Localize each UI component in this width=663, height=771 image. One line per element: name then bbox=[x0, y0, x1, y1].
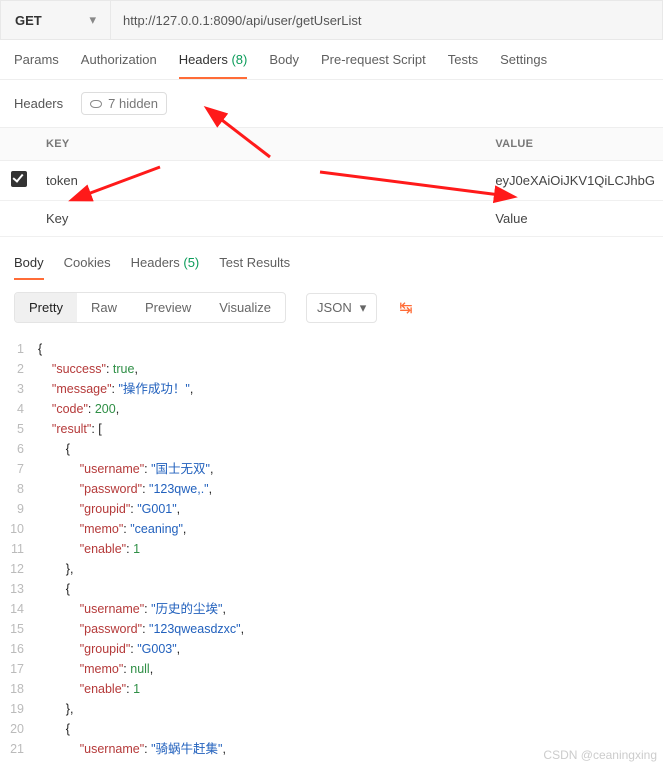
response-toolbar: Pretty Raw Preview Visualize JSON ▾ ↹ bbox=[0, 280, 663, 335]
view-preview[interactable]: Preview bbox=[131, 293, 205, 322]
resp-tab-cookies[interactable]: Cookies bbox=[64, 255, 111, 280]
wrap-icon[interactable]: ↹ bbox=[399, 298, 412, 318]
chevron-down-icon: ▾ bbox=[89, 12, 96, 28]
request-tabs: Params Authorization Headers (8) Body Pr… bbox=[0, 40, 663, 80]
hidden-headers-pill[interactable]: 7 hidden bbox=[81, 92, 167, 115]
view-pretty[interactable]: Pretty bbox=[15, 293, 77, 322]
header-row-empty: Key Value bbox=[0, 201, 663, 237]
headers-table: KEY VALUE token eyJ0eXAiOiJKV1QiLCJhbG K… bbox=[0, 127, 663, 237]
resp-tab-headers[interactable]: Headers (5) bbox=[131, 255, 200, 280]
tab-tests[interactable]: Tests bbox=[448, 52, 478, 79]
tab-body[interactable]: Body bbox=[269, 52, 299, 79]
tab-headers-count: (8) bbox=[231, 52, 247, 67]
header-key-placeholder[interactable]: Key bbox=[38, 201, 487, 237]
response-tabs: Body Cookies Headers (5) Test Results bbox=[0, 239, 663, 280]
row-checkbox[interactable] bbox=[0, 161, 38, 201]
request-bar: GET ▾ http://127.0.0.1:8090/api/user/get… bbox=[0, 0, 663, 40]
headers-subheader: Headers 7 hidden bbox=[0, 80, 663, 127]
response-body[interactable]: 1{2 "success": true,3 "message": "操作成功！"… bbox=[0, 335, 663, 771]
key-col-head: KEY bbox=[38, 128, 487, 161]
view-raw[interactable]: Raw bbox=[77, 293, 131, 322]
resp-tab-body[interactable]: Body bbox=[14, 255, 44, 280]
format-selector[interactable]: JSON ▾ bbox=[306, 293, 377, 323]
method-selector[interactable]: GET ▾ bbox=[1, 1, 111, 39]
tab-settings[interactable]: Settings bbox=[500, 52, 547, 79]
resp-tab-testresults[interactable]: Test Results bbox=[219, 255, 290, 280]
resp-tab-headers-cnt: (5) bbox=[183, 255, 199, 270]
tab-params[interactable]: Params bbox=[14, 52, 59, 79]
header-value-placeholder[interactable]: Value bbox=[487, 201, 663, 237]
url-input[interactable]: http://127.0.0.1:8090/api/user/getUserLi… bbox=[111, 1, 662, 39]
value-col-head: VALUE bbox=[487, 128, 663, 161]
header-value-cell[interactable]: eyJ0eXAiOiJKV1QiLCJhbG bbox=[487, 161, 663, 201]
header-row: token eyJ0eXAiOiJKV1QiLCJhbG bbox=[0, 161, 663, 201]
eye-icon bbox=[90, 100, 102, 108]
tab-headers[interactable]: Headers (8) bbox=[179, 52, 248, 79]
tab-headers-label: Headers bbox=[179, 52, 228, 67]
url-text: http://127.0.0.1:8090/api/user/getUserLi… bbox=[123, 13, 362, 28]
chevron-down-icon: ▾ bbox=[360, 300, 367, 316]
method-value: GET bbox=[15, 13, 42, 28]
row-checkbox-empty bbox=[0, 201, 38, 237]
checkmark-icon bbox=[11, 171, 27, 187]
view-mode-segment: Pretty Raw Preview Visualize bbox=[14, 292, 286, 323]
watermark: CSDN @ceaningxing bbox=[543, 745, 657, 765]
header-key-cell[interactable]: token bbox=[38, 161, 487, 201]
check-col-head bbox=[0, 128, 38, 161]
format-label: JSON bbox=[317, 300, 352, 315]
headers-title: Headers bbox=[14, 96, 63, 111]
resp-tab-headers-label: Headers bbox=[131, 255, 180, 270]
hidden-count: 7 hidden bbox=[108, 96, 158, 111]
tab-prerequest[interactable]: Pre-request Script bbox=[321, 52, 426, 79]
view-visualize[interactable]: Visualize bbox=[205, 293, 285, 322]
tab-authorization[interactable]: Authorization bbox=[81, 52, 157, 79]
